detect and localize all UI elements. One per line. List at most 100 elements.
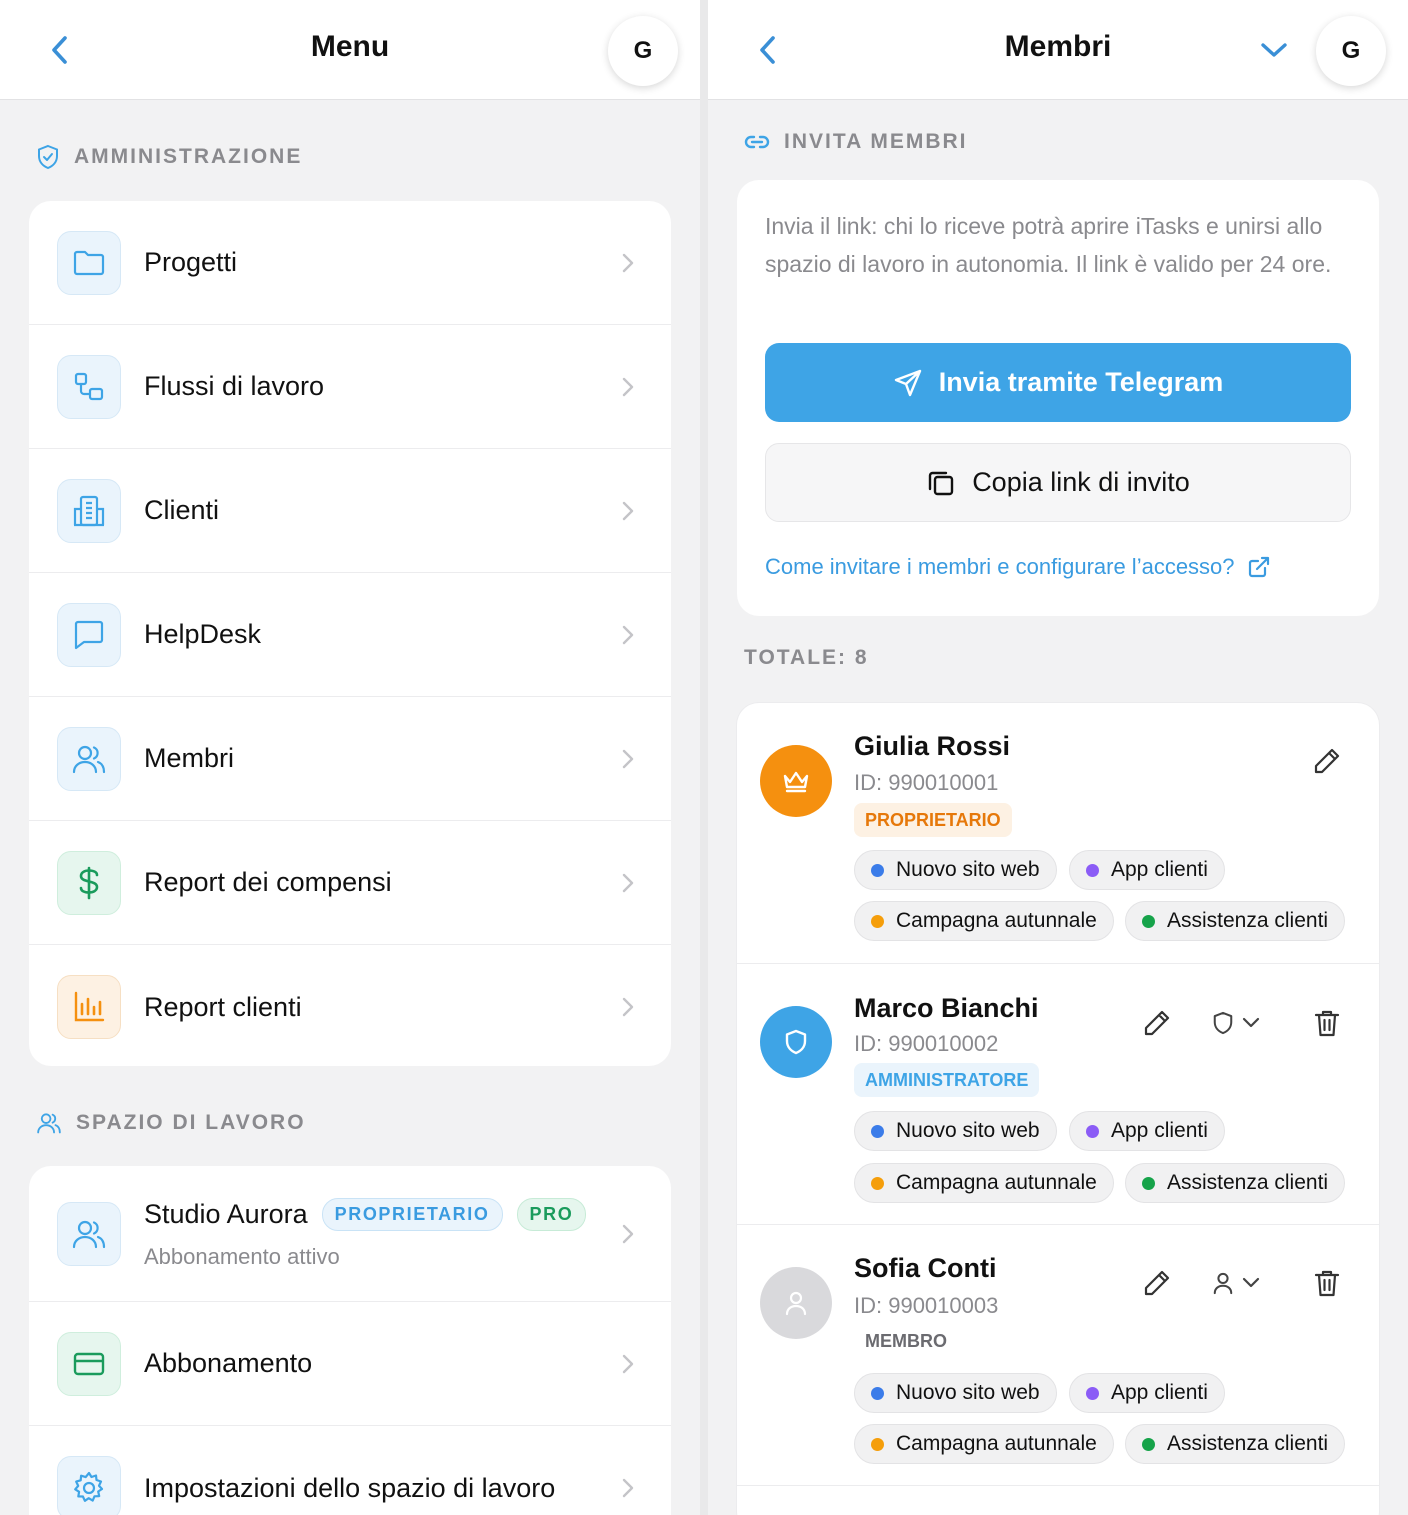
- project-tag[interactable]: Nuovo sito web: [854, 1373, 1057, 1413]
- credit-card-icon: [73, 1352, 105, 1375]
- tag-dot: [1086, 1386, 1099, 1400]
- tag-dot: [1142, 1176, 1155, 1190]
- menu-item-flussi-di-lavoro[interactable]: Flussi di lavoro: [29, 325, 671, 449]
- project-tag[interactable]: App clienti: [1069, 850, 1225, 890]
- chevron-right-icon: [622, 873, 634, 892]
- member-name: Giulia Rossi: [854, 731, 1011, 761]
- member-id: ID: 990010002: [854, 1031, 999, 1056]
- member-avatar: [760, 1267, 832, 1339]
- chevron-down-icon: [1261, 43, 1287, 57]
- delete-member-button[interactable]: [1307, 1263, 1347, 1303]
- member-card: Marco Bianchi ID: 990010002 AMMINISTRATO…: [737, 964, 1379, 1225]
- invite-help-link[interactable]: Come invitare i membri e configurare l’a…: [765, 554, 1271, 580]
- project-tag[interactable]: Nuovo sito web: [854, 850, 1057, 890]
- members-panel: Membri G INVITA MEMBRI Invia il link: ch…: [708, 0, 1408, 1515]
- chevron-right-icon: [622, 501, 634, 520]
- chevron-right-icon: [622, 749, 634, 768]
- chevron-right-icon: [622, 253, 634, 272]
- menu-item-icon-tile: [57, 230, 121, 295]
- copy-invite-link-button[interactable]: Copia link di invito: [765, 443, 1351, 522]
- menu-item-icon-tile: [57, 602, 121, 667]
- tag-dot: [1086, 1124, 1099, 1138]
- member-role-badge: PROPRIETARIO: [854, 803, 1012, 837]
- menu-item-icon-tile: [57, 1456, 121, 1515]
- external-link-icon: [1248, 556, 1269, 578]
- pencil-icon: [1144, 1010, 1170, 1036]
- project-tag[interactable]: Campagna autunnale: [854, 1163, 1114, 1203]
- tag-dot: [871, 914, 884, 928]
- profile-avatar-button[interactable]: G: [608, 16, 678, 86]
- building-icon: [73, 495, 105, 526]
- send-icon: [894, 369, 921, 396]
- project-tag[interactable]: Campagna autunnale: [854, 901, 1114, 941]
- project-tag[interactable]: Nuovo sito web: [854, 1111, 1057, 1151]
- send-telegram-button[interactable]: Invia tramite Telegram: [765, 343, 1351, 422]
- invite-help-link-text: Come invitare i membri e configurare l’a…: [765, 554, 1235, 579]
- delete-member-button[interactable]: [1307, 1003, 1347, 1043]
- menu-item-report-dei-compensi[interactable]: Report dei compensi: [29, 821, 671, 945]
- edit-member-button[interactable]: [1137, 1263, 1177, 1303]
- invite-section-title: INVITA MEMBRI: [784, 130, 968, 153]
- project-tag-label: Campagna autunnale: [896, 1432, 1097, 1455]
- role-dropdown-button[interactable]: [1203, 1263, 1269, 1303]
- workspace-section-header: SPAZIO DI LAVORO: [36, 1110, 306, 1136]
- chevron-right-icon: [622, 1354, 634, 1373]
- invite-section-header: INVITA MEMBRI: [744, 130, 968, 154]
- project-tag[interactable]: App clienti: [1069, 1111, 1225, 1151]
- admin-menu-card: Progetti Flussi di lavoro Clienti HelpDe…: [29, 201, 671, 1066]
- project-tag-label: App clienti: [1111, 1119, 1208, 1142]
- chat-bubble-icon: [74, 620, 104, 649]
- project-tag-label: Campagna autunnale: [896, 1171, 1097, 1194]
- menu-item-clienti[interactable]: Clienti: [29, 449, 671, 573]
- link-icon: [744, 135, 770, 149]
- project-tag[interactable]: Campagna autunnale: [854, 1424, 1114, 1464]
- menu-item-progetti[interactable]: Progetti: [29, 201, 671, 325]
- member-role-badge: MEMBRO: [865, 1330, 947, 1351]
- member-avatar: [760, 745, 832, 817]
- tag-dot: [871, 1176, 884, 1190]
- edit-member-button[interactable]: [1137, 1003, 1177, 1043]
- project-tag[interactable]: Assistenza clienti: [1125, 1163, 1346, 1203]
- menu-item-label: Membri: [144, 743, 235, 773]
- project-tag[interactable]: Assistenza clienti: [1125, 901, 1346, 941]
- project-tag-label: Nuovo sito web: [896, 1381, 1040, 1404]
- workspace-item-studio-aurora[interactable]: Studio Aurora PROPRIETARIO PRO Abbonamen…: [29, 1166, 671, 1302]
- workspace-name: Studio Aurora: [144, 1199, 308, 1229]
- chevron-right-icon: [622, 625, 634, 644]
- tag-dot: [871, 863, 884, 877]
- project-tag-label: Campagna autunnale: [896, 909, 1097, 932]
- profile-avatar-button[interactable]: G: [1316, 16, 1386, 86]
- gear-icon: [74, 1471, 104, 1502]
- menu-item-report-clienti[interactable]: Report clienti: [29, 945, 671, 1066]
- header-dropdown-button[interactable]: [1254, 30, 1294, 70]
- workspace-title-row: Studio Aurora PROPRIETARIO PRO: [144, 1198, 587, 1231]
- project-tag[interactable]: Assistenza clienti: [1125, 1424, 1346, 1464]
- tag-dot: [871, 1437, 884, 1451]
- invite-description: Invia il link: chi lo riceve potrà aprir…: [765, 213, 1332, 277]
- tag-dot: [1142, 1437, 1155, 1451]
- menu-item-membri[interactable]: Membri: [29, 697, 671, 821]
- admin-section-header: AMMINISTRAZIONE: [36, 144, 302, 170]
- members-header: Membri G: [708, 0, 1408, 100]
- member-card: Giulia Rossi ID: 990010001 PROPRIETARIO …: [737, 703, 1379, 964]
- menu-item-impostazioni[interactable]: Impostazioni dello spazio di lavoro: [29, 1426, 671, 1515]
- copy-icon: [928, 471, 954, 495]
- menu-item-abbonamento[interactable]: Abbonamento: [29, 1302, 671, 1426]
- edit-member-button[interactable]: [1307, 741, 1347, 781]
- page-title: Membri: [1004, 30, 1112, 63]
- shield-icon: [1213, 1011, 1233, 1035]
- chevron-right-icon: [622, 1478, 634, 1498]
- role-dropdown-button[interactable]: [1203, 1003, 1269, 1043]
- bar-chart-icon: [74, 991, 105, 1022]
- project-tag[interactable]: App clienti: [1069, 1373, 1225, 1413]
- menu-header: Menu G: [0, 0, 700, 100]
- project-tag-label: Assistenza clienti: [1167, 1171, 1329, 1194]
- project-tag-label: Nuovo sito web: [896, 858, 1040, 881]
- pencil-icon: [1314, 748, 1340, 774]
- workspace-plan-badge: PRO: [516, 1198, 587, 1231]
- menu-item-label: Report dei compensi: [144, 867, 392, 897]
- project-tag-label: App clienti: [1111, 1381, 1208, 1404]
- tag-dot: [871, 1386, 884, 1400]
- menu-item-label: Flussi di lavoro: [144, 371, 325, 401]
- menu-item-helpdesk[interactable]: HelpDesk: [29, 573, 671, 697]
